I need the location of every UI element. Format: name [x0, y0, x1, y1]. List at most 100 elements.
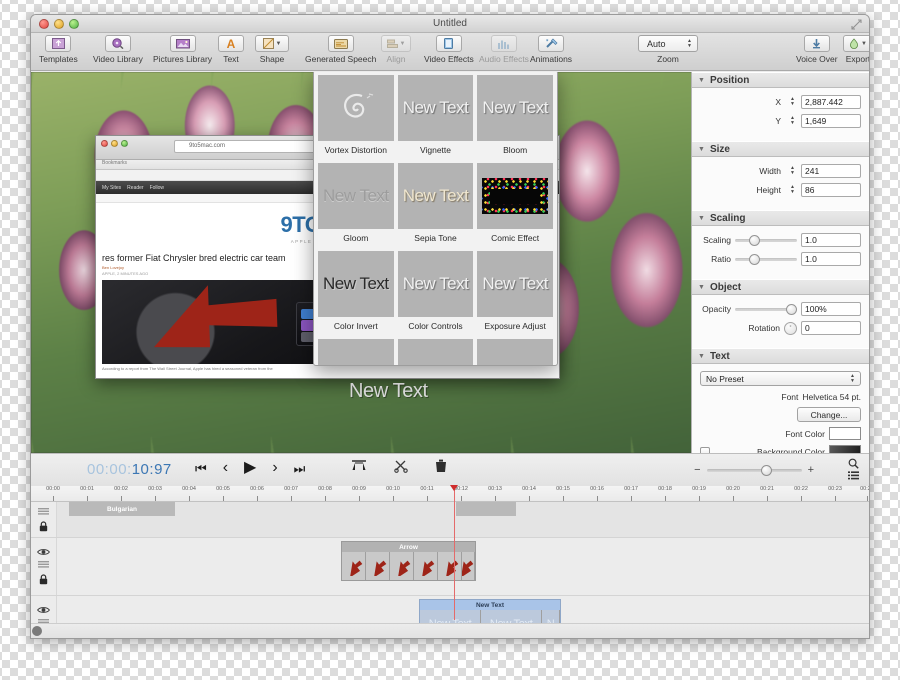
ratio-input[interactable]: 1.0: [801, 252, 861, 266]
y-input[interactable]: 1,649: [801, 114, 861, 128]
toolbar-video-effects[interactable]: Video Effects: [424, 35, 474, 64]
width-input[interactable]: 241: [801, 164, 861, 178]
timeline-clip-audio[interactable]: Bulgarian: [69, 502, 175, 516]
effect-item-vortex-distortion[interactable]: Vortex Distortion: [318, 75, 394, 160]
section-header-size[interactable]: ▼ Size: [692, 141, 869, 157]
fullscreen-icon[interactable]: [851, 19, 862, 30]
zoom-in-button[interactable]: +: [808, 464, 814, 476]
chevron-down-icon[interactable]: ▼: [276, 41, 282, 47]
disclosure-triangle-icon[interactable]: ▼: [698, 215, 705, 222]
eye-icon[interactable]: [37, 606, 50, 614]
height-input[interactable]: 86: [801, 183, 861, 197]
x-input[interactable]: 2,887.442: [801, 95, 861, 109]
preview-canvas[interactable]: 9to5mac.com Bookmarks My Sites Reader Fo…: [31, 72, 693, 453]
ratio-slider[interactable]: [735, 253, 797, 265]
stepper-icon[interactable]: ▲ ▼: [788, 164, 797, 178]
effect-item-bloom[interactable]: New Text Bloom: [477, 75, 553, 160]
layers-icon[interactable]: [38, 561, 49, 569]
split-button[interactable]: [394, 459, 408, 473]
toolbar-text[interactable]: A Text: [218, 35, 244, 64]
effect-item-row4-3[interactable]: New Text: [477, 339, 553, 365]
playhead[interactable]: [450, 485, 458, 620]
toolbar-audio-effects[interactable]: Audio Effects: [479, 35, 529, 64]
play-button[interactable]: ▶: [244, 460, 256, 476]
section-header-position[interactable]: ▼ Position: [692, 72, 869, 88]
toolbar-shape[interactable]: ▼ Shape: [255, 35, 289, 64]
go-to-start-button[interactable]: ⏮: [195, 462, 207, 475]
track-audio[interactable]: Bulgarian: [31, 502, 869, 538]
stepper-icon[interactable]: ▲ ▼: [788, 183, 797, 197]
toolbar-generated-speech[interactable]: Generated Speech: [305, 35, 376, 64]
rotation-input[interactable]: 0: [801, 321, 861, 335]
effect-item-row4-1[interactable]: New Text: [318, 339, 394, 365]
toolbar-zoom[interactable]: Auto ▲ ▼ Zoom: [638, 35, 698, 64]
section-header-scaling[interactable]: ▼ Scaling: [692, 210, 869, 226]
ruler-tick: 00:03: [148, 486, 169, 501]
timeline-zoom-control[interactable]: − +: [694, 464, 814, 476]
search-icon[interactable]: [848, 458, 859, 469]
chevron-down-icon[interactable]: ▼: [400, 41, 406, 47]
ruler-tick-label: 00:20: [726, 486, 740, 492]
disclosure-triangle-icon[interactable]: ▼: [698, 353, 705, 360]
scaling-input[interactable]: 1.0: [801, 233, 861, 247]
stepper-icon[interactable]: ▲ ▼: [788, 114, 797, 128]
track-arrow[interactable]: Arrow: [31, 538, 869, 596]
toolbar-video-library[interactable]: Video Library: [93, 35, 143, 64]
section-header-object[interactable]: ▼ Object: [692, 279, 869, 295]
timeline-clip-audio-2[interactable]: [456, 502, 516, 516]
go-to-end-button[interactable]: ⏭: [294, 462, 306, 475]
effect-item-comic-effect[interactable]: Comic Effect: [477, 163, 553, 248]
scrollbar-thumb[interactable]: [32, 626, 42, 636]
effect-item-row4-2[interactable]: New Text: [397, 339, 474, 365]
delete-button[interactable]: [435, 459, 447, 473]
effect-item-color-controls[interactable]: New Text Color Controls: [397, 251, 474, 336]
timecode-display[interactable]: 00:00:10:97: [87, 461, 172, 478]
site-nav-item-1: Reader: [127, 184, 144, 191]
keyframe-button[interactable]: [351, 459, 367, 473]
timeline-clip-arrow[interactable]: Arrow: [341, 541, 476, 581]
stepper-icon[interactable]: ▲ ▼: [685, 37, 694, 51]
lock-icon[interactable]: [39, 574, 48, 585]
video-effects-popover[interactable]: Vortex Distortion New Text Vignette New …: [313, 72, 558, 366]
video-effects-icon: [435, 35, 462, 52]
stepper-icon[interactable]: ▲ ▼: [848, 372, 857, 386]
layers-icon[interactable]: [38, 507, 49, 516]
rotation-dial[interactable]: °: [784, 321, 797, 335]
zoom-select[interactable]: Auto ▲ ▼: [638, 35, 698, 52]
timeline-horizontal-scrollbar[interactable]: [31, 623, 869, 638]
timeline-tracks[interactable]: Bulgarian Arrow New Text: [31, 502, 869, 638]
scaling-slider[interactable]: [735, 234, 797, 246]
inspector-panel[interactable]: ▼ Position X ▲ ▼ 2,887.442 Y ▲ ▼ 1,649 ▼ S…: [691, 72, 869, 453]
effect-item-sepia-tone[interactable]: New Text Sepia Tone: [397, 163, 474, 248]
section-header-text[interactable]: ▼ Text: [692, 348, 869, 364]
toolbar-export[interactable]: ▼ Export: [843, 35, 869, 64]
stepper-icon[interactable]: ▲ ▼: [788, 95, 797, 109]
font-color-swatch[interactable]: [829, 427, 861, 440]
chevron-down-icon[interactable]: ▼: [861, 41, 867, 47]
toolbar-voice-over[interactable]: Voice Over: [796, 35, 838, 64]
toolbar-pictures-library[interactable]: Pictures Library: [153, 35, 212, 64]
effect-item-exposure-adjust[interactable]: New Text Exposure Adjust: [477, 251, 553, 336]
step-forward-button[interactable]: ›: [272, 460, 277, 476]
disclosure-triangle-icon[interactable]: ▼: [698, 146, 705, 153]
text-preset-select[interactable]: No Preset ▲ ▼: [700, 371, 861, 386]
effect-item-vignette[interactable]: New Text Vignette: [397, 75, 474, 160]
opacity-slider[interactable]: [735, 303, 797, 315]
eye-icon[interactable]: [37, 548, 50, 556]
toolbar-animations[interactable]: Animations: [530, 35, 572, 64]
background-color-swatch[interactable]: [829, 445, 861, 453]
effect-item-color-invert[interactable]: New Text Color Invert: [318, 251, 394, 336]
disclosure-triangle-icon[interactable]: ▼: [698, 284, 705, 291]
opacity-input[interactable]: 100%: [801, 302, 861, 316]
toolbar-align[interactable]: ▼ Align: [381, 35, 411, 64]
disclosure-triangle-icon[interactable]: ▼: [698, 77, 705, 84]
step-back-button[interactable]: ‹: [223, 460, 228, 476]
toolbar-templates[interactable]: Templates: [39, 35, 78, 64]
lock-icon[interactable]: [39, 520, 48, 532]
change-font-button[interactable]: Change...: [797, 407, 861, 422]
playhead-handle[interactable]: [450, 485, 458, 491]
effect-item-gloom[interactable]: New Text Gloom: [318, 163, 394, 248]
list-view-icon[interactable]: [848, 471, 859, 480]
zoom-out-button[interactable]: −: [694, 464, 700, 476]
timeline-zoom-slider[interactable]: [706, 464, 802, 476]
